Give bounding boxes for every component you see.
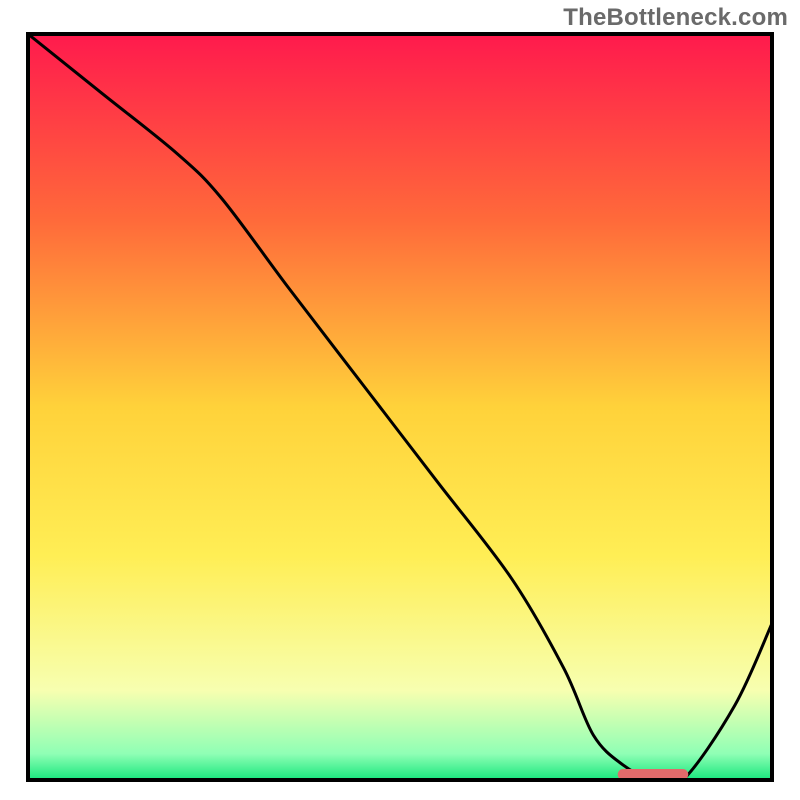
bottleneck-chart	[0, 0, 800, 800]
chart-container: TheBottleneck.com	[0, 0, 800, 800]
watermark-label: TheBottleneck.com	[563, 4, 788, 32]
plot-background	[28, 34, 772, 780]
